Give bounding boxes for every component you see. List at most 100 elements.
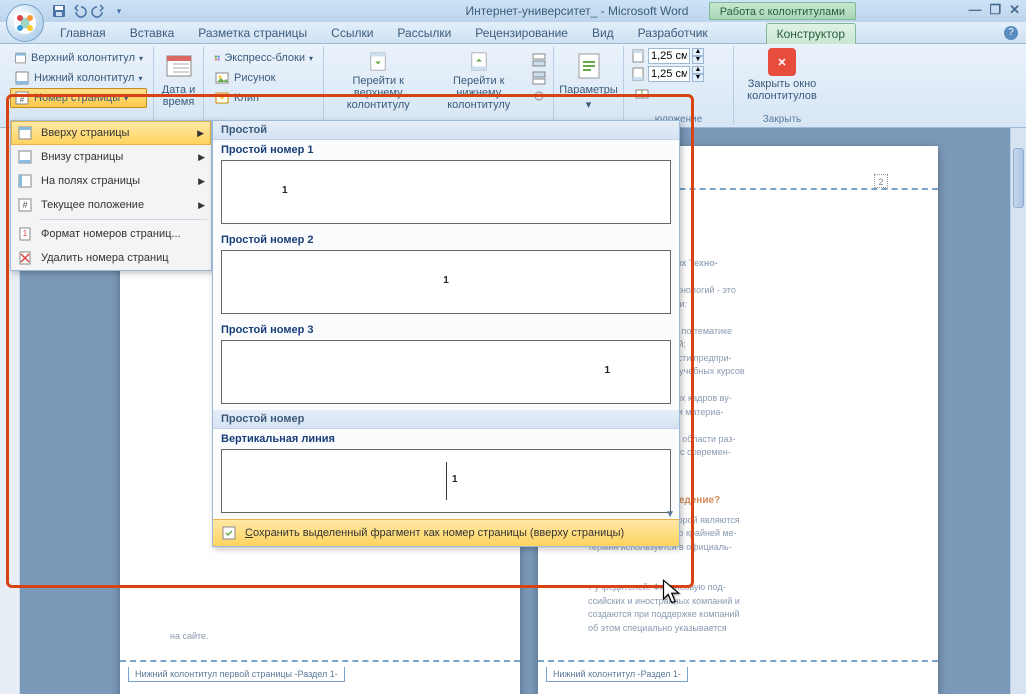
page-number-gallery: Простой Простой номер 1 1 Простой номер … [212, 120, 680, 547]
dd-current-position-label: Текущее положение [41, 199, 144, 211]
cursor-icon [660, 578, 688, 606]
picture-button[interactable]: Рисунок [210, 68, 317, 88]
date-time-label: Дата и время [161, 84, 197, 108]
svg-text:#: # [20, 95, 25, 104]
footer-tab-page1: Нижний колонтитул первой страницы -Разде… [128, 667, 345, 682]
tab-home[interactable]: Главная [50, 23, 116, 43]
title-bar: ▾ Интернет-университет_ - Microsoft Word… [0, 0, 1026, 22]
minimize-button[interactable]: — [968, 2, 981, 18]
scrollbar-thumb[interactable] [1013, 148, 1024, 208]
tab-mailings[interactable]: Рассылки [387, 23, 461, 43]
tab-insert[interactable]: Вставка [120, 23, 185, 43]
gallery-item-2-title: Простой номер 2 [213, 230, 679, 250]
dd-format-numbers[interactable]: 1 Формат номеров страниц... [11, 222, 211, 246]
prev-section-icon[interactable] [531, 52, 547, 68]
gallery-save-selection[interactable]: Сохранить выделенный фрагмент как номер … [213, 519, 679, 546]
dd-format-numbers-label: Формат номеров страниц... [41, 228, 181, 240]
gallery-item-3[interactable]: 1 [221, 340, 671, 404]
close-group-label: Закрыть [734, 114, 830, 125]
header-from-top-spinner[interactable]: ▲▼ [630, 48, 727, 64]
footer-tab-page2: Нижний колонтитул -Раздел 1- [546, 667, 688, 682]
next-section-icon[interactable] [531, 70, 547, 86]
office-button[interactable] [6, 4, 44, 42]
svg-text:#: # [22, 200, 27, 210]
spin-down-icon[interactable]: ▼ [692, 56, 704, 64]
goto-footer-label: Перейти к нижнему колонтитулу [437, 75, 522, 111]
dd-bottom-of-page-label: Внизу страницы [41, 151, 123, 163]
header-bottom-button[interactable]: Нижний колонтитул▾ [10, 68, 147, 88]
doc-text: т учредителей. Финансовую под- [588, 581, 888, 595]
doc-text: об этом специально указывается [588, 622, 888, 636]
doc-text: на сайте. [170, 630, 470, 644]
quick-access-toolbar: ▾ [50, 2, 128, 20]
header-bottom-label: Нижний колонтитул [34, 72, 134, 84]
close-hf-icon[interactable]: ✕ [768, 48, 796, 76]
dd-top-of-page-label: Вверху страницы [41, 127, 129, 139]
tab-developer[interactable]: Разработчик [628, 23, 718, 43]
gallery-item-vline[interactable]: 1 [221, 449, 671, 513]
dd-remove-numbers[interactable]: Удалить номера страниц [11, 246, 211, 270]
goto-footer-button[interactable]: Перейти к нижнему колонтитулу [431, 48, 528, 113]
undo-icon[interactable] [70, 2, 88, 20]
gallery-scroll-down-icon[interactable]: ▼ [665, 509, 675, 520]
close-window-button[interactable]: ✕ [1009, 2, 1020, 18]
dd-bottom-of-page[interactable]: Внизу страницы▶ [11, 145, 211, 169]
doc-text: создаются при поддержке компаний [588, 608, 888, 622]
picture-label: Рисунок [234, 72, 276, 84]
dd-page-margins[interactable]: На полях страницы▶ [11, 169, 211, 193]
ribbon-tabs: Главная Вставка Разметка страницы Ссылки… [0, 22, 1026, 44]
spin-up-icon[interactable]: ▲ [692, 48, 704, 56]
page-number-field[interactable]: 2 [874, 174, 888, 188]
window-title: Интернет-университет_ - Microsoft Word [466, 4, 689, 18]
save-icon[interactable] [50, 2, 68, 20]
express-blocks-button[interactable]: Экспресс-блоки▾ [210, 48, 317, 68]
parameters-label: Параметры [559, 84, 618, 96]
tab-page-layout[interactable]: Разметка страницы [188, 23, 317, 43]
gallery-item-1-title: Простой номер 1 [213, 140, 679, 160]
gallery-item-vline-title: Вертикальная линия [213, 429, 679, 449]
header-top-label: Верхний колонтитул [31, 52, 135, 64]
tab-view[interactable]: Вид [582, 23, 624, 43]
tab-design-tool[interactable]: Конструктор [766, 23, 856, 44]
restore-button[interactable]: ❐ [989, 2, 1001, 18]
footer-from-bottom-spinner[interactable]: ▲▼ [630, 66, 727, 82]
close-hf-label: Закрыть окно колонтитулов [740, 78, 824, 102]
clip-label: Клип [234, 92, 259, 104]
footer-from-bottom-input[interactable] [648, 66, 690, 82]
dd-remove-numbers-label: Удалить номера страниц [41, 252, 169, 264]
header-from-top-input[interactable] [648, 48, 690, 64]
dd-top-of-page[interactable]: Вверху страницы▶ [11, 121, 211, 145]
page-number-button[interactable]: #Номер страницы▾ [10, 88, 147, 108]
align-tab-button[interactable] [630, 84, 727, 104]
page-number-dropdown: Вверху страницы▶ Внизу страницы▶ На поля… [10, 120, 212, 271]
contextual-tab-group-label: Работа с колонтитулами [709, 2, 856, 20]
help-icon[interactable]: ? [1004, 26, 1018, 40]
page-number-label: Номер страницы [34, 92, 120, 104]
header-top-button[interactable]: Верхний колонтитул▾ [10, 48, 147, 68]
link-prev-icon[interactable] [531, 88, 547, 104]
goto-header-button[interactable]: Перейти к верхнему колонтитулу [330, 48, 427, 113]
date-time-button[interactable]: Дата и время [155, 48, 203, 110]
dd-current-position[interactable]: # Текущее положение▶ [11, 193, 211, 217]
gallery-category-plain: Простой номер [213, 410, 679, 429]
tab-references[interactable]: Ссылки [321, 23, 383, 43]
goto-header-label: Перейти к верхнему колонтитулу [336, 75, 421, 111]
gallery-item-2[interactable]: 1 [221, 250, 671, 314]
dd-page-margins-label: На полях страницы [41, 175, 140, 187]
gallery-category-simple: Простой [213, 121, 679, 140]
gallery-item-1[interactable]: 1 [221, 160, 671, 224]
gallery-save-selection-label: Сохранить выделенный фрагмент как номер … [245, 527, 624, 539]
svg-text:1: 1 [23, 229, 28, 238]
spin-down-icon[interactable]: ▼ [692, 74, 704, 82]
spin-up-icon[interactable]: ▲ [692, 66, 704, 74]
clip-button[interactable]: Клип [210, 88, 317, 108]
vertical-scrollbar[interactable] [1010, 128, 1026, 694]
ribbon: Верхний колонтитул▾ Нижний колонтитул▾ #… [0, 44, 1026, 128]
tab-review[interactable]: Рецензирование [465, 23, 578, 43]
parameters-button[interactable]: Параметры▾ [556, 48, 622, 113]
express-blocks-label: Экспресс-блоки [224, 52, 305, 64]
qat-customize-icon[interactable]: ▾ [110, 2, 128, 20]
gallery-item-3-title: Простой номер 3 [213, 320, 679, 340]
redo-icon[interactable] [90, 2, 108, 20]
doc-text: ссийских и иностранных компаний и [588, 595, 888, 609]
